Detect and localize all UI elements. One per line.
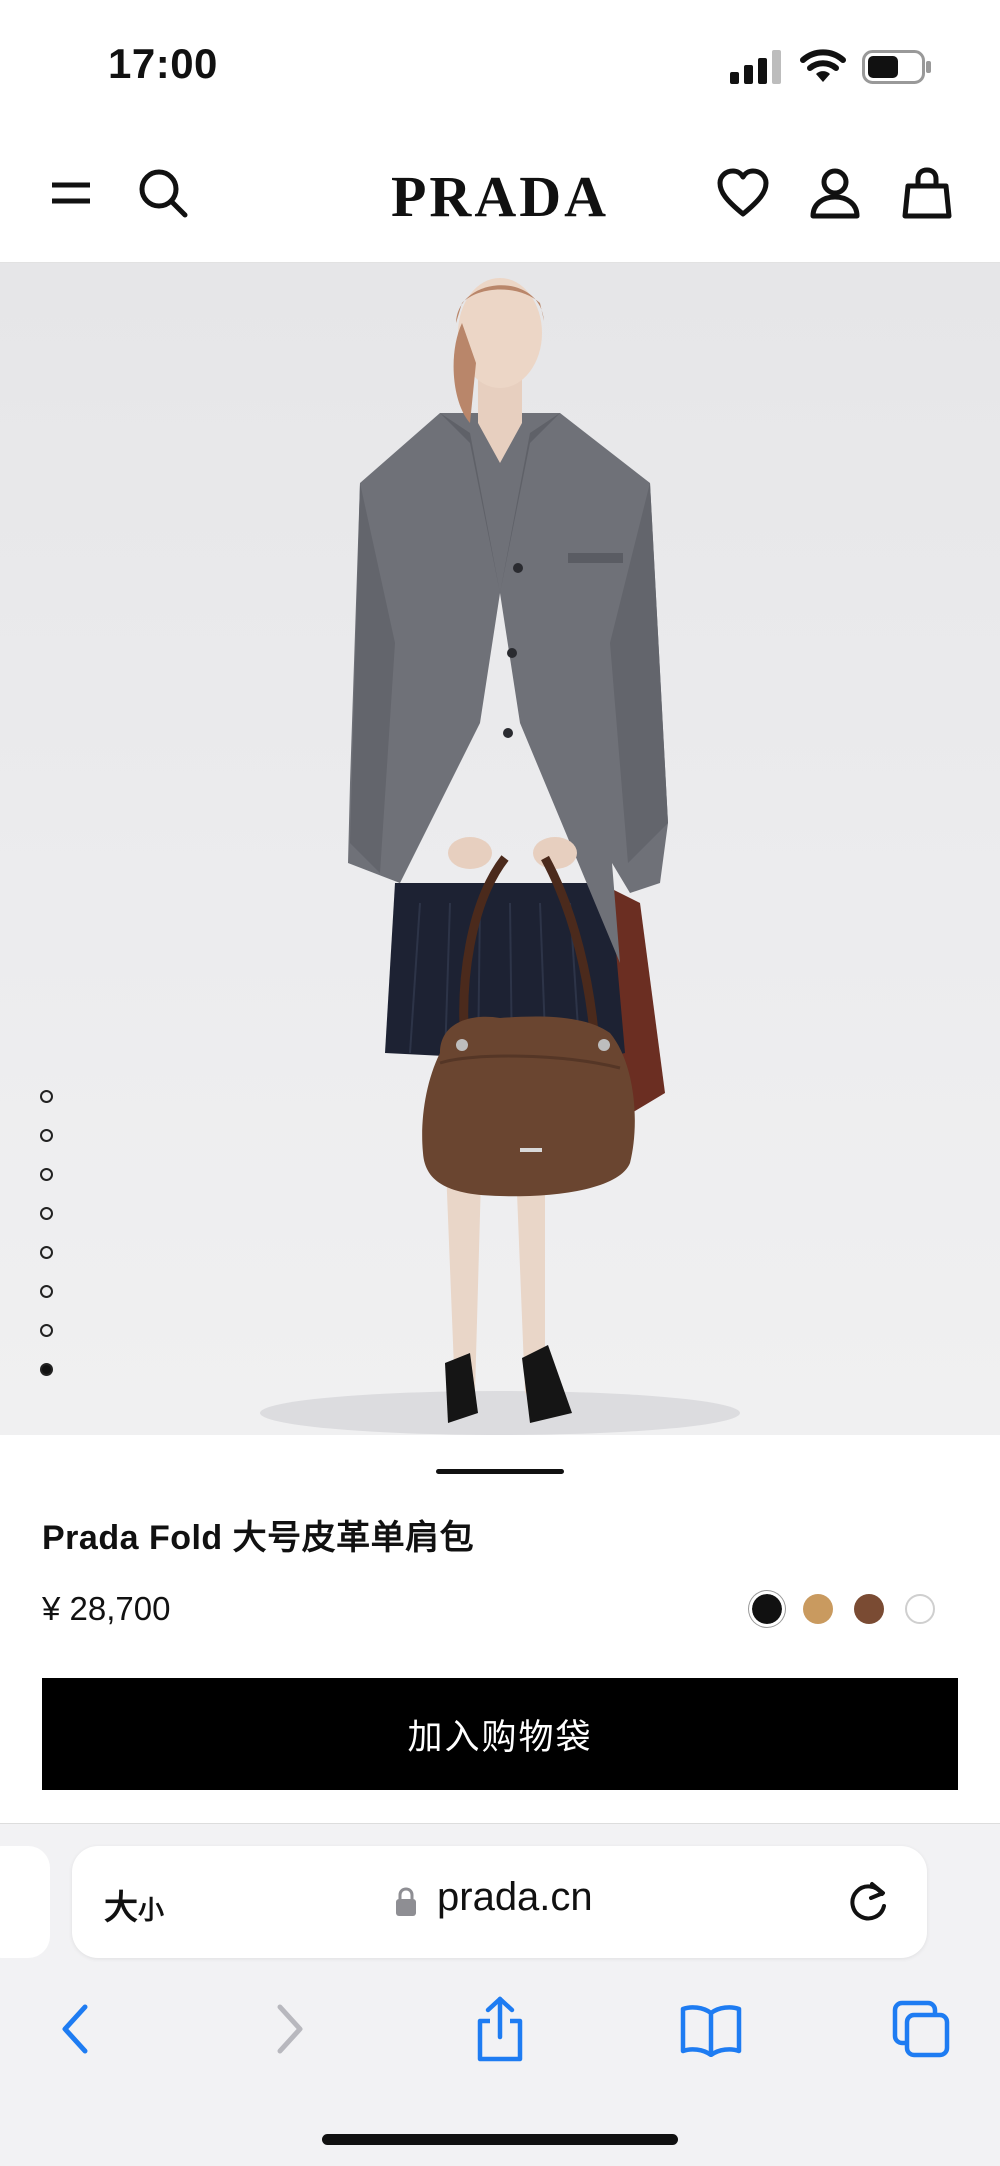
url-text[interactable]: prada.cn (437, 1875, 593, 1920)
tabs-button[interactable] (886, 1994, 956, 2064)
bookmarks-button[interactable] (676, 1994, 746, 2064)
product-name: Prada Fold 大号皮革单肩包 (42, 1519, 475, 1557)
menu-icon (52, 182, 90, 204)
shopping-bag-icon (902, 167, 952, 219)
share-icon (477, 1996, 523, 2062)
user-icon (810, 168, 860, 219)
color-swatch-brown[interactable] (854, 1594, 884, 1624)
text-size-button[interactable]: 大小 (104, 1880, 164, 1929)
home-indicator (322, 2134, 678, 2145)
product-image-gallery[interactable] (0, 263, 1000, 1435)
search-icon (139, 169, 188, 218)
back-button[interactable] (40, 1994, 110, 2064)
browser-chrome: 大小 prada.cn (0, 1823, 1000, 2166)
text-size-small-label: 小 (138, 1895, 165, 1925)
browser-toolbar (0, 1984, 1000, 2084)
color-swatch-white[interactable] (905, 1594, 935, 1624)
account-button[interactable] (802, 160, 868, 226)
chevron-left-icon (62, 2004, 88, 2054)
gallery-dot[interactable] (40, 1129, 53, 1142)
product-photo (260, 278, 740, 1435)
heart-icon (717, 168, 769, 217)
cellular-signal-icon (730, 50, 781, 84)
add-to-bag-button[interactable]: 加入购物袋 (42, 1678, 958, 1790)
product-price: ¥ 28,700 (42, 1590, 171, 1627)
color-swatches (750, 1592, 935, 1626)
wifi-icon (800, 49, 846, 82)
brand-logo[interactable]: PRADA (360, 162, 640, 232)
share-button[interactable] (465, 1994, 535, 2064)
text-size-big-label: 大 (104, 1889, 138, 1927)
book-icon (680, 2005, 742, 2057)
color-swatch-caramel[interactable] (803, 1594, 833, 1624)
gallery-dot[interactable] (40, 1285, 53, 1298)
tabs-icon (892, 2000, 950, 2058)
shopping-bag-button[interactable] (894, 160, 960, 226)
lock-icon (396, 1887, 416, 1916)
gallery-pagination (40, 1090, 60, 1402)
gallery-dot[interactable] (40, 1090, 53, 1103)
gallery-dot[interactable] (40, 1207, 53, 1220)
chevron-right-icon (277, 2004, 303, 2054)
status-bar: 17:00 (0, 0, 1000, 130)
forward-button[interactable] (255, 1994, 325, 2064)
gallery-dot[interactable] (40, 1168, 53, 1181)
gallery-dot[interactable] (40, 1363, 53, 1376)
gallery-dot[interactable] (40, 1246, 53, 1259)
color-swatch-black[interactable] (750, 1592, 784, 1626)
previous-tab-peek[interactable] (0, 1846, 50, 1958)
menu-button[interactable] (38, 160, 104, 226)
sheet-drag-handle[interactable] (436, 1469, 564, 1474)
search-button[interactable] (130, 160, 196, 226)
gallery-dot[interactable] (40, 1324, 53, 1337)
battery-icon (862, 50, 931, 84)
site-header: PRADA (0, 130, 1000, 264)
address-bar[interactable]: 大小 prada.cn (72, 1846, 927, 1958)
wishlist-button[interactable] (710, 160, 776, 226)
reload-icon[interactable] (842, 1876, 894, 1928)
status-time: 17:00 (108, 40, 218, 87)
